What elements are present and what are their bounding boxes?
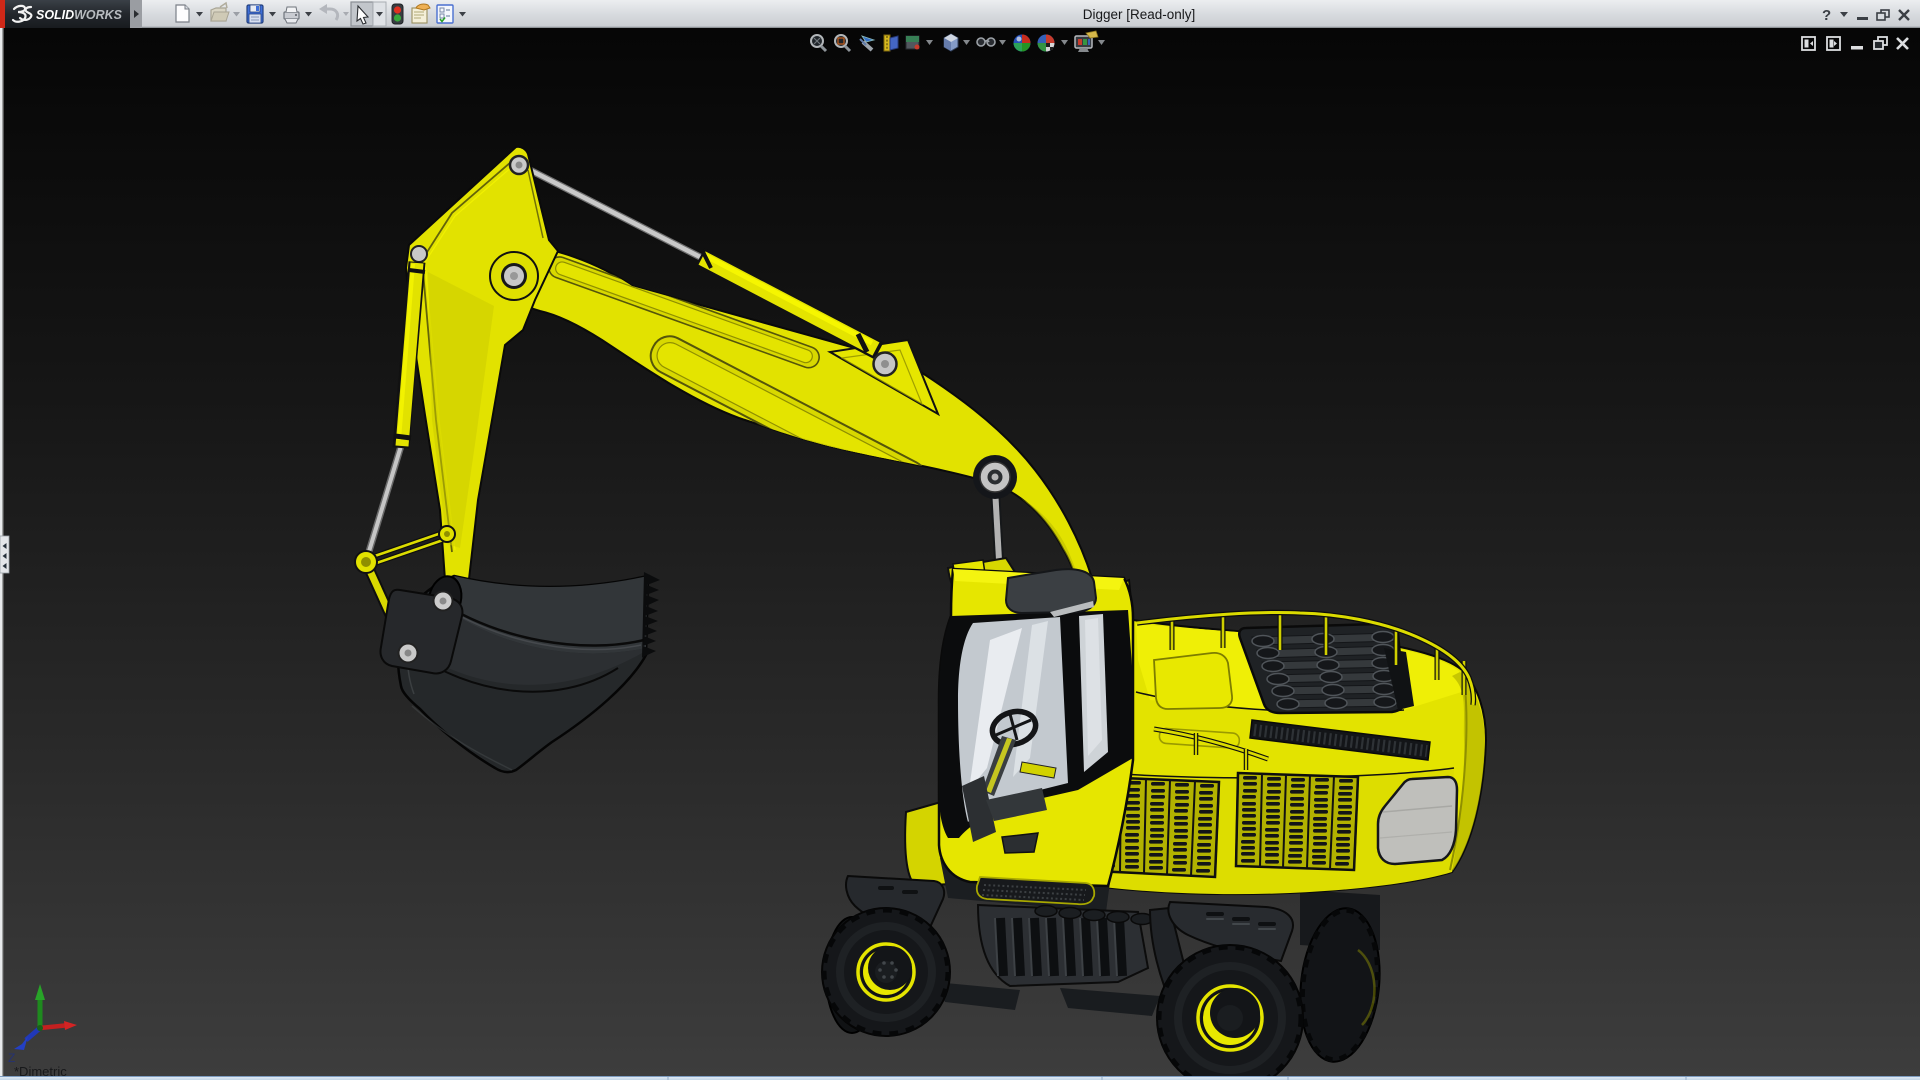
- svg-text:?: ?: [1822, 7, 1831, 24]
- svg-text:Z: Z: [8, 1051, 15, 1065]
- svg-text:SOLIDWORKS: SOLIDWORKS: [36, 7, 122, 22]
- svg-text:Digger [Read-only]: Digger [Read-only]: [1083, 7, 1196, 22]
- svg-text:*Dimetric: *Dimetric: [14, 1064, 67, 1079]
